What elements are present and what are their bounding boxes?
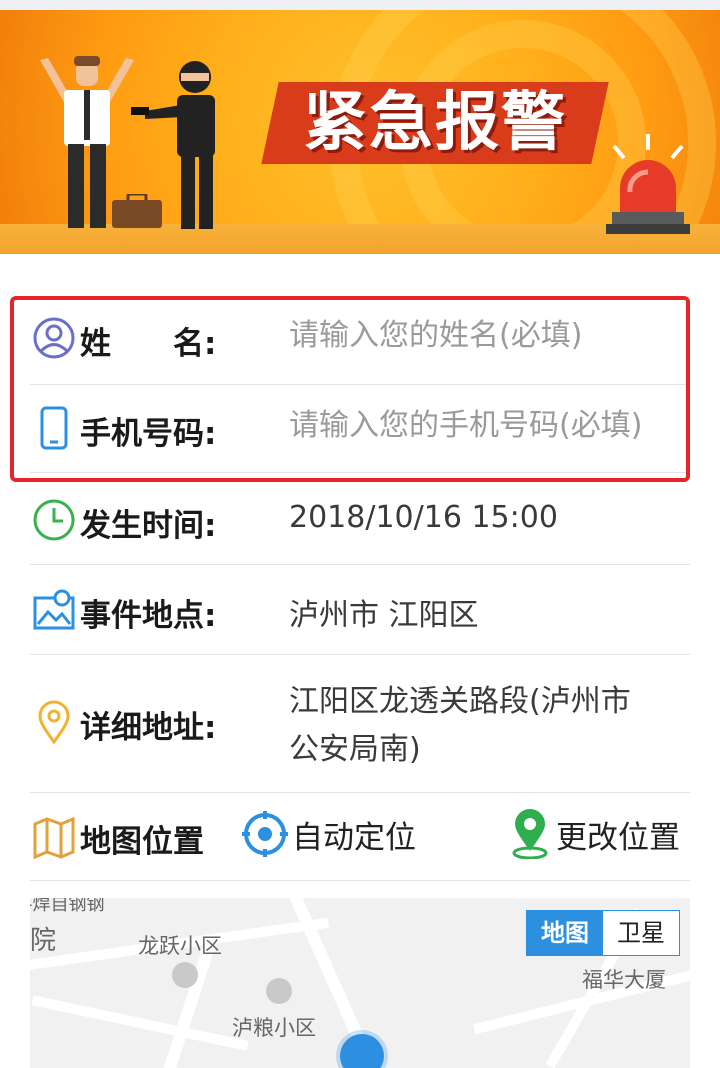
banner-title: 紧急报警 bbox=[303, 86, 567, 160]
time-row[interactable]: 发生时间: 2018/10/16 15:00 bbox=[30, 472, 690, 565]
map-type-toggle: 地图 卫星 bbox=[526, 910, 680, 956]
address-line-2[interactable]: 公安局南) bbox=[289, 724, 421, 768]
address-line-1[interactable]: 江阳区龙透关路段(泸州市 bbox=[289, 676, 631, 720]
map-tab[interactable]: 地图 bbox=[527, 911, 603, 955]
location-label: 事件地点: bbox=[80, 598, 217, 634]
address-row[interactable]: 详细地址: 江阳区龙透关路段(泸州市 公安局南) bbox=[30, 654, 690, 793]
auto-locate-label: 自动定位 bbox=[292, 819, 416, 856]
map-location-icon bbox=[33, 589, 75, 630]
map-view[interactable]: -焊自钢钢 院 龙跃小区 泸粮小区 福华大厦 地图 卫星 bbox=[30, 898, 690, 1068]
map-position-label: 地图位置 bbox=[80, 824, 204, 860]
location-pin-icon bbox=[38, 700, 70, 744]
change-position-label: 更改位置 bbox=[556, 819, 680, 856]
robber-illustration bbox=[131, 61, 215, 229]
map-poi-label: 龙跃小区 bbox=[138, 934, 222, 958]
home-marker-icon bbox=[172, 962, 198, 988]
emergency-banner: 紧急报警 bbox=[0, 10, 720, 254]
location-value[interactable]: 泸州市 江阳区 bbox=[289, 590, 479, 634]
map-poi-label: 泸粮小区 bbox=[232, 1016, 316, 1040]
address-label: 详细地址: bbox=[80, 710, 217, 746]
auto-locate-button[interactable]: 自动定位 bbox=[242, 806, 416, 862]
banner-title-box: 紧急报警 bbox=[261, 82, 609, 164]
time-label: 发生时间: bbox=[80, 508, 217, 544]
map-partial-label: 院 bbox=[30, 926, 57, 956]
location-row[interactable]: 事件地点: 泸州市 江阳区 bbox=[30, 564, 690, 655]
map-poi-label: 福华大厦 bbox=[582, 968, 666, 992]
time-value[interactable]: 2018/10/16 15:00 bbox=[289, 500, 558, 535]
map-road bbox=[31, 995, 249, 1051]
map-partial-label: -焊自钢钢 bbox=[30, 898, 105, 915]
change-position-button[interactable]: 更改位置 bbox=[508, 806, 680, 862]
locate-target-icon bbox=[242, 811, 288, 857]
status-strip bbox=[0, 0, 720, 10]
siren-icon bbox=[606, 134, 690, 234]
satellite-tab[interactable]: 卫星 bbox=[603, 911, 679, 955]
current-location-marker bbox=[340, 1034, 384, 1068]
green-pin-icon bbox=[512, 809, 548, 859]
folded-map-icon bbox=[33, 816, 75, 860]
clock-icon bbox=[33, 499, 75, 541]
required-fields-highlight bbox=[10, 296, 690, 482]
home-marker-icon bbox=[266, 978, 292, 1004]
